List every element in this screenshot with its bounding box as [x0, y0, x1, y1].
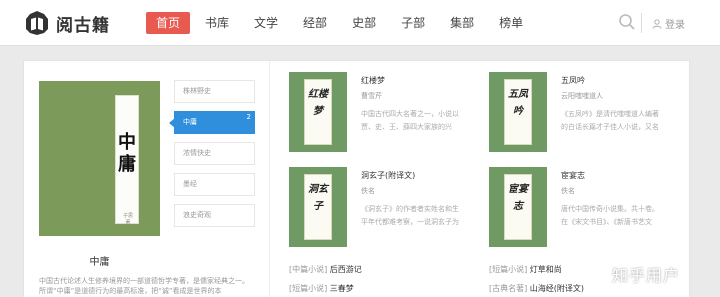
book-author[interactable]: 佚名: [361, 186, 375, 196]
book-title[interactable]: 红楼梦: [361, 75, 385, 86]
tab-zhulin-yeshi[interactable]: 株林野史: [174, 80, 255, 103]
book-card[interactable]: 宦宴志 宦宴志 佚名 唐代中国传奇小说集。共十卷。在《宋文书目》、《新唐书艺文: [489, 167, 679, 247]
list-item[interactable]: [中篇小说] 后西游记: [289, 264, 362, 275]
book-cover[interactable]: 五凤吟: [489, 72, 547, 152]
list-item-title[interactable]: 后西游记: [330, 265, 362, 274]
list-item-title[interactable]: 灯草和尚: [530, 265, 562, 274]
list-item-category[interactable]: [短篇小说]: [489, 265, 527, 274]
cover-author: 子思 著: [122, 213, 133, 226]
top-header: 阅古籍 首页 书库 文学 经部 史部 子部 集部 榜单 登录: [0, 0, 720, 46]
recommend-panel: 中庸 子思 著 中庸 中国古代论述人生修养境界的一部道德哲学专著，是儒家经典之一…: [23, 60, 690, 297]
featured-book-title[interactable]: 中庸: [39, 253, 160, 268]
book-cover[interactable]: 红楼梦: [289, 72, 347, 152]
site-logo[interactable]: 阅古籍: [24, 10, 110, 36]
book-cover-title: 洞玄子: [308, 184, 328, 212]
book-cover[interactable]: 宦宴志: [489, 167, 547, 247]
book-desc: 《五凤吟》是清代嗤嗤道人编著的白话长篇才子佳人小说，又名: [561, 110, 659, 131]
tab-label: 中庸: [183, 118, 197, 126]
search-icon[interactable]: [618, 13, 636, 31]
nav-classics[interactable]: 经部: [293, 12, 337, 34]
book-cover-label: 五凤吟: [504, 79, 532, 145]
main-nav: 首页 书库 文学 经部 史部 子部 集部 榜单: [146, 12, 538, 34]
book-cover-label: 红楼梦: [304, 79, 332, 145]
list-item-category[interactable]: [古典名著]: [489, 284, 527, 293]
tab-count-badge: 2: [246, 113, 251, 121]
list-item-category[interactable]: [短篇小说]: [289, 284, 327, 293]
featured-tabs: 株林野史 中庸 2 浓情快史 墨经 浪史奇观: [169, 80, 255, 235]
book-cover-title: 宦宴志: [508, 184, 528, 212]
book-card[interactable]: 洞玄子 洞玄子(附译文) 佚名 《洞玄子》的作者者实姓名和生平年代都难考察，一说…: [289, 167, 479, 247]
featured-book-cover[interactable]: 中庸 子思 著: [39, 81, 160, 236]
list-item[interactable]: [短篇小说] 三春梦: [289, 283, 354, 294]
book-title[interactable]: 宦宴志: [561, 170, 585, 181]
book-card[interactable]: 红楼梦 红楼梦 曹雪芹 中国古代四大名著之一，小说以贾、史、王、薛四大家族的兴: [289, 72, 479, 152]
tab-langshi-qiguan[interactable]: 浪史奇观: [174, 204, 255, 227]
book-title[interactable]: 洞玄子(附译文): [361, 170, 415, 181]
nav-ranking[interactable]: 榜单: [489, 12, 533, 34]
featured-section: 中庸 子思 著 中庸 中国古代论述人生修养境界的一部道德哲学专著，是儒家经典之一…: [24, 61, 270, 297]
book-cover-title: 五凤吟: [508, 89, 528, 117]
cover-title: 中庸: [118, 132, 136, 175]
login-label: 登录: [665, 20, 685, 31]
featured-book-desc: 中国古代论述人生修养境界的一部道德哲学专著，是儒家经典之一。所谓“中庸”是道德行…: [39, 277, 249, 295]
header-divider: [641, 13, 642, 33]
cover-label: 中庸 子思 著: [115, 95, 139, 226]
login-link[interactable]: 登录: [652, 16, 685, 31]
nav-library[interactable]: 书库: [195, 12, 239, 34]
book-card[interactable]: 五凤吟 五凤吟 云阳嗤嗤道人 《五凤吟》是清代嗤嗤道人编著的白话长篇才子佳人小说…: [489, 72, 679, 152]
book-cover-label: 宦宴志: [504, 174, 532, 240]
book-desc: 《洞玄子》的作者者实姓名和生平年代都难考察，一说洞玄子为: [361, 205, 459, 226]
nav-history[interactable]: 史部: [342, 12, 386, 34]
book-author[interactable]: 云阳嗤嗤道人: [561, 91, 603, 101]
book-cover[interactable]: 洞玄子: [289, 167, 347, 247]
user-icon: [652, 18, 662, 29]
book-title[interactable]: 五凤吟: [561, 75, 585, 86]
site-name: 阅古籍: [56, 15, 110, 36]
book-author[interactable]: 曹雪芹: [361, 91, 382, 101]
list-item[interactable]: [短篇小说] 灯草和尚: [489, 264, 562, 275]
nav-literature[interactable]: 文学: [244, 12, 288, 34]
book-cover-title: 红楼梦: [308, 89, 328, 117]
book-cover-label: 洞玄子: [304, 174, 332, 240]
list-item[interactable]: [古典名著] 山海经(附译文): [489, 283, 584, 294]
list-item-title[interactable]: 山海经(附译文): [530, 284, 584, 293]
nav-philosophy[interactable]: 子部: [391, 12, 435, 34]
tab-mojing[interactable]: 墨经: [174, 173, 255, 196]
tab-nongqing-kuaishi[interactable]: 浓情快史: [174, 142, 255, 165]
book-logo-icon: [26, 11, 48, 35]
book-desc: 唐代中国传奇小说集。共十卷。在《宋文书目》、《新唐书艺文: [561, 205, 659, 226]
nav-home[interactable]: 首页: [146, 12, 191, 34]
watermark-text: 知乎用户: [612, 266, 681, 285]
book-desc: 中国古代四大名著之一，小说以贾、史、王、薛四大家族的兴: [361, 110, 459, 131]
tab-zhongyong[interactable]: 中庸 2: [169, 111, 255, 134]
list-item-category[interactable]: [中篇小说]: [289, 265, 327, 274]
book-author[interactable]: 佚名: [561, 186, 575, 196]
nav-collections[interactable]: 集部: [440, 12, 484, 34]
list-item-title[interactable]: 三春梦: [330, 284, 354, 293]
